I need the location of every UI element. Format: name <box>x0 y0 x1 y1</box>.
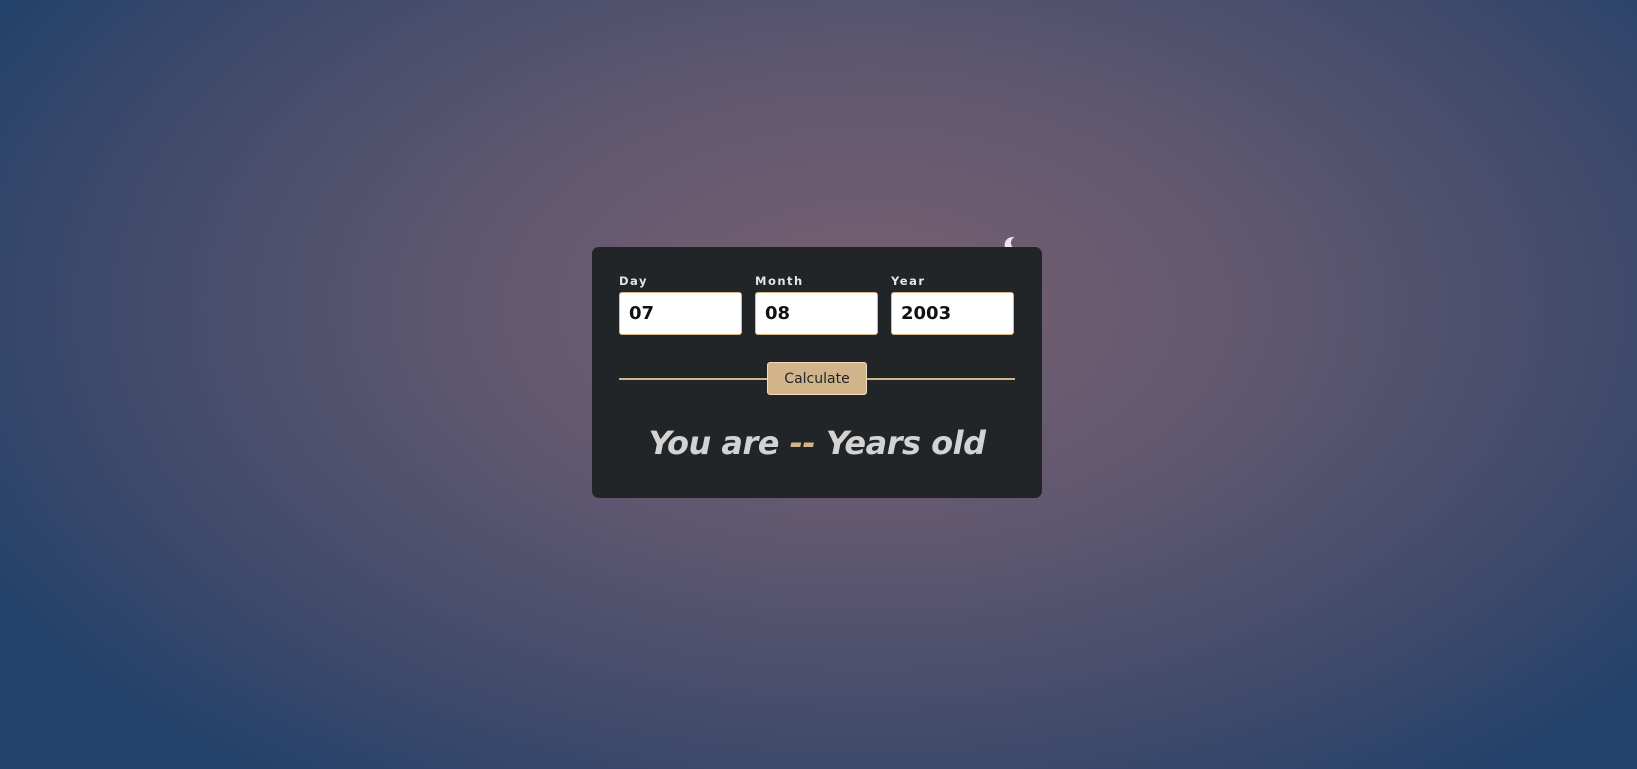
age-calculator-card: Day Month Year Calculate You are -- Year… <box>592 247 1042 498</box>
age-result: You are -- Years old <box>592 424 1042 462</box>
day-input[interactable] <box>619 292 742 335</box>
result-suffix: Years old <box>825 424 986 462</box>
calculate-button[interactable]: Calculate <box>767 362 867 395</box>
month-field: Month <box>755 274 878 335</box>
year-input[interactable] <box>891 292 1014 335</box>
year-label: Year <box>891 274 926 288</box>
month-input[interactable] <box>755 292 878 335</box>
day-field: Day <box>619 274 742 335</box>
result-prefix: You are <box>648 424 779 462</box>
day-label: Day <box>619 274 648 288</box>
age-value: -- <box>789 424 816 462</box>
month-label: Month <box>755 274 804 288</box>
year-field: Year <box>891 274 1014 335</box>
